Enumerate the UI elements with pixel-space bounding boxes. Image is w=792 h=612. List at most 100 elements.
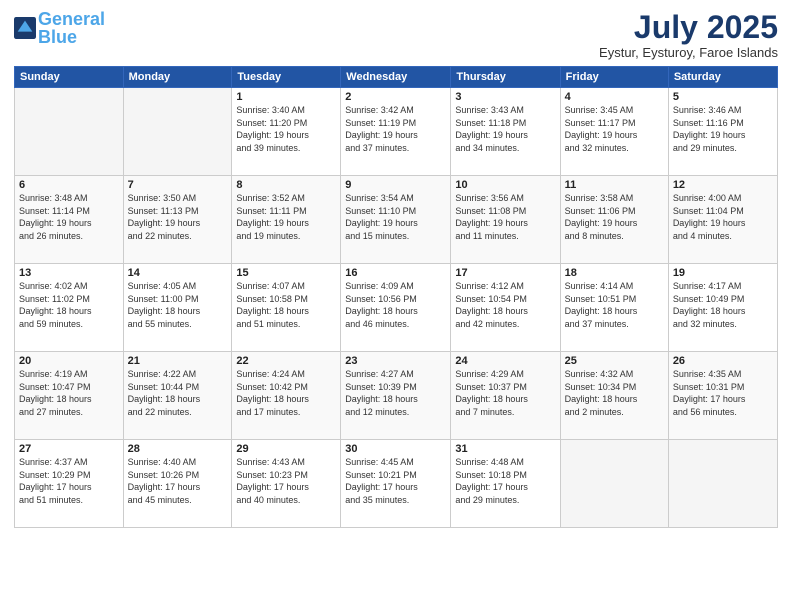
- day-number: 30: [345, 443, 446, 455]
- day-number: 6: [19, 179, 119, 191]
- day-info: Sunrise: 3:56 AMSunset: 11:08 PMDaylight…: [455, 192, 555, 242]
- day-info: Sunrise: 4:24 AMSunset: 10:42 PMDaylight…: [236, 368, 336, 418]
- day-info: Sunrise: 3:50 AMSunset: 11:13 PMDaylight…: [128, 192, 228, 242]
- day-info: Sunrise: 4:45 AMSunset: 10:21 PMDaylight…: [345, 456, 446, 506]
- logo-line2: Blue: [38, 27, 77, 47]
- day-info: Sunrise: 4:43 AMSunset: 10:23 PMDaylight…: [236, 456, 336, 506]
- calendar-day: 19Sunrise: 4:17 AMSunset: 10:49 PMDaylig…: [668, 264, 777, 352]
- calendar-day: 4Sunrise: 3:45 AMSunset: 11:17 PMDayligh…: [560, 88, 668, 176]
- calendar-header: SundayMondayTuesdayWednesdayThursdayFrid…: [15, 67, 778, 88]
- day-info: Sunrise: 3:45 AMSunset: 11:17 PMDaylight…: [565, 104, 664, 154]
- day-info: Sunrise: 4:35 AMSunset: 10:31 PMDaylight…: [673, 368, 773, 418]
- subtitle: Eystur, Eysturoy, Faroe Islands: [599, 45, 778, 60]
- calendar-day: 6Sunrise: 3:48 AMSunset: 11:14 PMDayligh…: [15, 176, 124, 264]
- day-number: 3: [455, 91, 555, 103]
- day-info: Sunrise: 4:07 AMSunset: 10:58 PMDaylight…: [236, 280, 336, 330]
- day-number: 18: [565, 267, 664, 279]
- day-info: Sunrise: 3:46 AMSunset: 11:16 PMDaylight…: [673, 104, 773, 154]
- calendar-day: 11Sunrise: 3:58 AMSunset: 11:06 PMDaylig…: [560, 176, 668, 264]
- calendar-day: 31Sunrise: 4:48 AMSunset: 10:18 PMDaylig…: [451, 440, 560, 528]
- day-info: Sunrise: 4:02 AMSunset: 11:02 PMDaylight…: [19, 280, 119, 330]
- calendar-day: 26Sunrise: 4:35 AMSunset: 10:31 PMDaylig…: [668, 352, 777, 440]
- day-number: 29: [236, 443, 336, 455]
- day-number: 12: [673, 179, 773, 191]
- day-number: 4: [565, 91, 664, 103]
- month-title: July 2025: [599, 10, 778, 45]
- day-info: Sunrise: 4:37 AMSunset: 10:29 PMDaylight…: [19, 456, 119, 506]
- day-number: 13: [19, 267, 119, 279]
- calendar-day: 10Sunrise: 3:56 AMSunset: 11:08 PMDaylig…: [451, 176, 560, 264]
- weekday-header: Thursday: [451, 67, 560, 88]
- calendar-day: [668, 440, 777, 528]
- calendar-day: 21Sunrise: 4:22 AMSunset: 10:44 PMDaylig…: [123, 352, 232, 440]
- day-number: 23: [345, 355, 446, 367]
- calendar-week-row: 6Sunrise: 3:48 AMSunset: 11:14 PMDayligh…: [15, 176, 778, 264]
- weekday-header: Monday: [123, 67, 232, 88]
- calendar: SundayMondayTuesdayWednesdayThursdayFrid…: [14, 66, 778, 528]
- day-number: 5: [673, 91, 773, 103]
- calendar-day: 17Sunrise: 4:12 AMSunset: 10:54 PMDaylig…: [451, 264, 560, 352]
- day-info: Sunrise: 3:54 AMSunset: 11:10 PMDaylight…: [345, 192, 446, 242]
- calendar-day: 7Sunrise: 3:50 AMSunset: 11:13 PMDayligh…: [123, 176, 232, 264]
- day-number: 24: [455, 355, 555, 367]
- calendar-day: 15Sunrise: 4:07 AMSunset: 10:58 PMDaylig…: [232, 264, 341, 352]
- title-block: July 2025 Eystur, Eysturoy, Faroe Island…: [599, 10, 778, 60]
- day-info: Sunrise: 4:27 AMSunset: 10:39 PMDaylight…: [345, 368, 446, 418]
- day-info: Sunrise: 4:40 AMSunset: 10:26 PMDaylight…: [128, 456, 228, 506]
- calendar-day: 27Sunrise: 4:37 AMSunset: 10:29 PMDaylig…: [15, 440, 124, 528]
- calendar-day: 3Sunrise: 3:43 AMSunset: 11:18 PMDayligh…: [451, 88, 560, 176]
- calendar-day: [123, 88, 232, 176]
- day-number: 19: [673, 267, 773, 279]
- weekday-row: SundayMondayTuesdayWednesdayThursdayFrid…: [15, 67, 778, 88]
- day-info: Sunrise: 4:12 AMSunset: 10:54 PMDaylight…: [455, 280, 555, 330]
- calendar-day: 20Sunrise: 4:19 AMSunset: 10:47 PMDaylig…: [15, 352, 124, 440]
- day-number: 9: [345, 179, 446, 191]
- calendar-day: 9Sunrise: 3:54 AMSunset: 11:10 PMDayligh…: [341, 176, 451, 264]
- calendar-body: 1Sunrise: 3:40 AMSunset: 11:20 PMDayligh…: [15, 88, 778, 528]
- header: General Blue July 2025 Eystur, Eysturoy,…: [14, 10, 778, 60]
- calendar-week-row: 1Sunrise: 3:40 AMSunset: 11:20 PMDayligh…: [15, 88, 778, 176]
- day-number: 8: [236, 179, 336, 191]
- day-info: Sunrise: 3:58 AMSunset: 11:06 PMDaylight…: [565, 192, 664, 242]
- day-number: 22: [236, 355, 336, 367]
- day-info: Sunrise: 4:29 AMSunset: 10:37 PMDaylight…: [455, 368, 555, 418]
- calendar-day: 14Sunrise: 4:05 AMSunset: 11:00 PMDaylig…: [123, 264, 232, 352]
- weekday-header: Friday: [560, 67, 668, 88]
- weekday-header: Saturday: [668, 67, 777, 88]
- day-info: Sunrise: 4:09 AMSunset: 10:56 PMDaylight…: [345, 280, 446, 330]
- day-info: Sunrise: 3:40 AMSunset: 11:20 PMDaylight…: [236, 104, 336, 154]
- calendar-day: 30Sunrise: 4:45 AMSunset: 10:21 PMDaylig…: [341, 440, 451, 528]
- calendar-week-row: 13Sunrise: 4:02 AMSunset: 11:02 PMDaylig…: [15, 264, 778, 352]
- weekday-header: Wednesday: [341, 67, 451, 88]
- day-info: Sunrise: 4:05 AMSunset: 11:00 PMDaylight…: [128, 280, 228, 330]
- day-info: Sunrise: 3:42 AMSunset: 11:19 PMDaylight…: [345, 104, 446, 154]
- day-number: 10: [455, 179, 555, 191]
- logo-text: General Blue: [38, 10, 105, 46]
- calendar-day: 23Sunrise: 4:27 AMSunset: 10:39 PMDaylig…: [341, 352, 451, 440]
- day-number: 20: [19, 355, 119, 367]
- calendar-week-row: 27Sunrise: 4:37 AMSunset: 10:29 PMDaylig…: [15, 440, 778, 528]
- calendar-day: 29Sunrise: 4:43 AMSunset: 10:23 PMDaylig…: [232, 440, 341, 528]
- calendar-day: 13Sunrise: 4:02 AMSunset: 11:02 PMDaylig…: [15, 264, 124, 352]
- calendar-day: 1Sunrise: 3:40 AMSunset: 11:20 PMDayligh…: [232, 88, 341, 176]
- calendar-day: 2Sunrise: 3:42 AMSunset: 11:19 PMDayligh…: [341, 88, 451, 176]
- day-info: Sunrise: 4:17 AMSunset: 10:49 PMDaylight…: [673, 280, 773, 330]
- day-number: 31: [455, 443, 555, 455]
- day-info: Sunrise: 3:48 AMSunset: 11:14 PMDaylight…: [19, 192, 119, 242]
- logo-line1: General: [38, 9, 105, 29]
- calendar-day: [560, 440, 668, 528]
- calendar-day: 8Sunrise: 3:52 AMSunset: 11:11 PMDayligh…: [232, 176, 341, 264]
- day-number: 26: [673, 355, 773, 367]
- day-number: 17: [455, 267, 555, 279]
- calendar-day: 18Sunrise: 4:14 AMSunset: 10:51 PMDaylig…: [560, 264, 668, 352]
- calendar-day: 25Sunrise: 4:32 AMSunset: 10:34 PMDaylig…: [560, 352, 668, 440]
- day-info: Sunrise: 4:22 AMSunset: 10:44 PMDaylight…: [128, 368, 228, 418]
- day-info: Sunrise: 4:48 AMSunset: 10:18 PMDaylight…: [455, 456, 555, 506]
- calendar-day: 22Sunrise: 4:24 AMSunset: 10:42 PMDaylig…: [232, 352, 341, 440]
- day-info: Sunrise: 3:43 AMSunset: 11:18 PMDaylight…: [455, 104, 555, 154]
- day-number: 11: [565, 179, 664, 191]
- day-number: 27: [19, 443, 119, 455]
- page: General Blue July 2025 Eystur, Eysturoy,…: [0, 0, 792, 612]
- calendar-day: 28Sunrise: 4:40 AMSunset: 10:26 PMDaylig…: [123, 440, 232, 528]
- day-number: 25: [565, 355, 664, 367]
